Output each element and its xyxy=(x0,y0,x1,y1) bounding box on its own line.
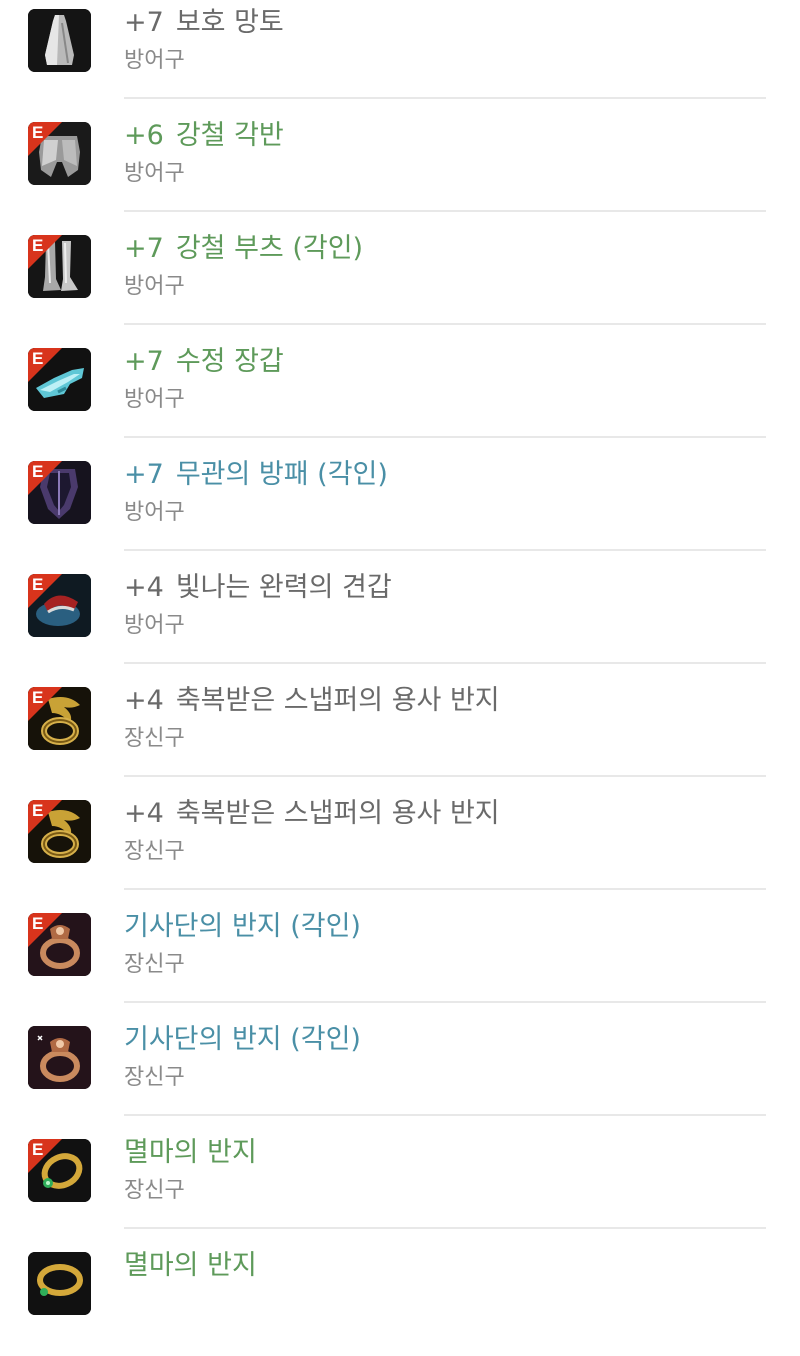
divider xyxy=(124,1001,766,1003)
item-name: 수정 장갑 xyxy=(175,346,284,377)
item-name: 멸마의 반지 xyxy=(124,1137,257,1168)
shield-icon: E xyxy=(28,461,91,524)
list-item[interactable]: E +4 축복받은 스냅퍼의 용사 반지 장신구 xyxy=(0,791,800,904)
item-level: +7 xyxy=(124,7,164,38)
item-category: 장신구 xyxy=(124,839,185,864)
list-item[interactable]: 기사단의 반지 (각인) 장신구 xyxy=(0,1017,800,1130)
gold-ring-icon: E xyxy=(28,687,91,750)
item-name: 강철 각반 xyxy=(175,120,284,151)
enchant-letter: E xyxy=(32,236,44,255)
item-name: 보호 망토 xyxy=(175,7,284,38)
item-category: 장신구 xyxy=(124,726,185,751)
divider xyxy=(124,775,766,777)
enchant-letter: E xyxy=(32,575,44,594)
gloves-icon: E xyxy=(28,348,91,411)
copper-ring-icon xyxy=(28,1026,91,1089)
item-category: 방어구 xyxy=(124,161,185,186)
enchant-letter: E xyxy=(32,801,44,820)
item-name: 기사단의 반지 (각인) xyxy=(124,1024,361,1055)
divider xyxy=(124,662,766,664)
item-category: 장신구 xyxy=(124,1178,185,1203)
list-item[interactable]: 멸마의 반지 xyxy=(0,1243,800,1356)
emerald-ring-icon: E xyxy=(28,1139,91,1202)
item-level: +7 xyxy=(124,233,164,264)
divider xyxy=(124,1114,766,1116)
divider xyxy=(124,436,766,438)
leggings-icon: E xyxy=(28,122,91,185)
boots-icon: E xyxy=(28,235,91,298)
item-level: +6 xyxy=(124,120,164,151)
copper-ring-icon: E xyxy=(28,913,91,976)
enchant-letter: E xyxy=(32,349,44,368)
divider xyxy=(124,549,766,551)
divider xyxy=(124,97,766,99)
item-level: +4 xyxy=(124,685,164,716)
pauldron-icon: E xyxy=(28,574,91,637)
item-level: +7 xyxy=(124,346,164,377)
list-item[interactable]: E +4 빛나는 완력의 견갑 방어구 xyxy=(0,565,800,678)
enchant-letter: E xyxy=(32,462,44,481)
list-item[interactable]: E +7 강철 부츠 (각인) 방어구 xyxy=(0,226,800,339)
divider xyxy=(124,1227,766,1229)
enchant-letter: E xyxy=(32,688,44,707)
item-category: 장신구 xyxy=(124,952,185,977)
cloak-icon xyxy=(28,9,91,72)
divider xyxy=(124,323,766,325)
item-category: 방어구 xyxy=(124,613,185,638)
enchant-letter: E xyxy=(32,123,44,142)
item-category: 장신구 xyxy=(124,1065,185,1090)
list-item[interactable]: +7 보호 망토 방어구 xyxy=(0,0,800,113)
item-name: 축복받은 스냅퍼의 용사 반지 xyxy=(175,798,500,829)
item-level: +4 xyxy=(124,572,164,603)
item-name: 강철 부츠 (각인) xyxy=(175,233,364,264)
emerald-ring-icon xyxy=(28,1252,91,1315)
item-category: 방어구 xyxy=(124,48,185,73)
item-category: 방어구 xyxy=(124,387,185,412)
item-category: 방어구 xyxy=(124,274,185,299)
item-name: 빛나는 완력의 견갑 xyxy=(175,572,392,603)
list-item[interactable]: E +6 강철 각반 방어구 xyxy=(0,113,800,226)
list-item[interactable]: E 멸마의 반지 장신구 xyxy=(0,1130,800,1243)
enchant-letter: E xyxy=(32,914,44,933)
enchant-letter: E xyxy=(32,1140,44,1159)
list-item[interactable]: E 기사단의 반지 (각인) 장신구 xyxy=(0,904,800,1017)
divider xyxy=(124,210,766,212)
item-name: 기사단의 반지 (각인) xyxy=(124,911,361,942)
list-item[interactable]: E +4 축복받은 스냅퍼의 용사 반지 장신구 xyxy=(0,678,800,791)
item-name: 축복받은 스냅퍼의 용사 반지 xyxy=(175,685,500,716)
item-name: 무관의 방패 (각인) xyxy=(175,459,388,490)
list-item[interactable]: E +7 수정 장갑 방어구 xyxy=(0,339,800,452)
list-item[interactable]: E +7 무관의 방패 (각인) 방어구 xyxy=(0,452,800,565)
gold-ring-icon: E xyxy=(28,800,91,863)
item-name: 멸마의 반지 xyxy=(124,1250,257,1281)
item-category: 방어구 xyxy=(124,500,185,525)
item-level: +4 xyxy=(124,798,164,829)
item-level: +7 xyxy=(124,459,164,490)
divider xyxy=(124,888,766,890)
inventory-list: +7 보호 망토 방어구 E +6 강철 각반 방어구 E +7 강철 부츠 (각인)… xyxy=(0,0,800,1356)
